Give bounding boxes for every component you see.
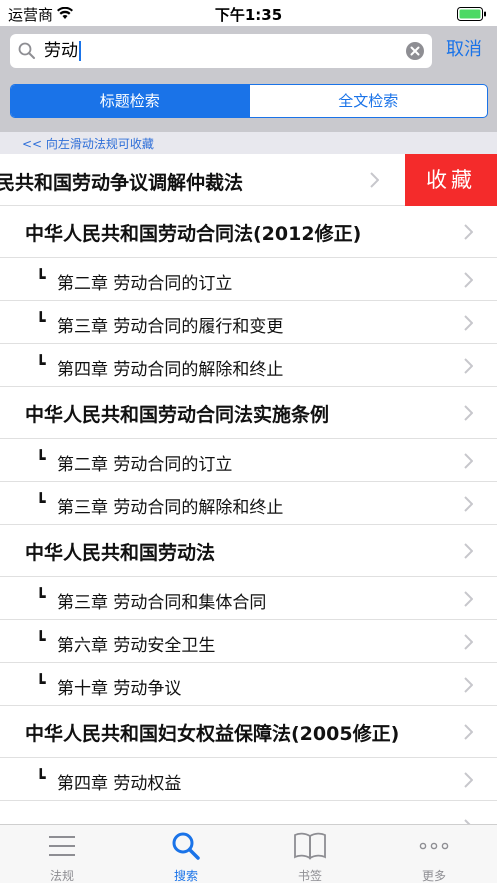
segment-title-search[interactable]: 标题检索 <box>11 85 249 117</box>
cancel-button[interactable]: 取消 <box>446 35 482 61</box>
search-header: 劳动 取消 标题检索 全文检索 <box>0 26 497 132</box>
list-item-law[interactable] <box>0 801 497 824</box>
list-item-law[interactable]: 中华人民共和国劳动法 <box>0 525 497 577</box>
chapter-title: 第十章 劳动争议 <box>57 679 182 699</box>
search-mode-segmented-control: 标题检索 全文检索 <box>10 84 488 118</box>
chapter-title: 第二章 劳动合同的订立 <box>57 274 233 294</box>
list-item-chapter[interactable]: ┗ 第十章 劳动争议 <box>0 663 497 706</box>
clock: 下午1:35 <box>214 6 283 24</box>
chapter-title: 第四章 劳动合同的解除和终止 <box>57 360 284 380</box>
clear-icon[interactable] <box>406 42 424 64</box>
battery-icon <box>457 6 487 25</box>
search-icon <box>18 42 36 64</box>
list-item-chapter[interactable]: ┗ 第四章 劳动权益 <box>0 758 497 801</box>
tab-label: 书签 <box>297 869 322 883</box>
tab-more[interactable]: 更多 <box>372 825 496 883</box>
chevron-right-icon <box>464 676 474 697</box>
indent-marker-icon: ┗ <box>36 768 46 787</box>
list-item-chapter[interactable]: ┗ 第二章 劳动合同的订立 <box>0 258 497 301</box>
favorite-button[interactable]: 收藏 <box>405 154 497 206</box>
chapter-title: 第六章 劳动安全卫生 <box>57 636 216 656</box>
chapter-title: 第三章 劳动合同的解除和终止 <box>57 498 284 518</box>
list-item-chapter[interactable]: ┗ 第四章 劳动合同的解除和终止 <box>0 344 497 387</box>
list-item-title: 民共和国劳动争议调解仲裁法 <box>0 172 244 194</box>
tab-bar: 法规 搜索 书签 更多 <box>0 824 497 883</box>
chevron-right-icon <box>464 452 474 473</box>
book-icon <box>294 832 326 860</box>
indent-marker-icon: ┗ <box>36 630 46 649</box>
chevron-right-icon <box>464 495 474 516</box>
indent-marker-icon: ┗ <box>36 492 46 511</box>
list-item-chapter[interactable]: ┗ 第三章 劳动合同的履行和变更 <box>0 301 497 344</box>
list-item-chapter[interactable]: ┗ 第六章 劳动安全卫生 <box>0 620 497 663</box>
list-item-swiped[interactable]: 民共和国劳动争议调解仲裁法 收藏 <box>0 154 497 206</box>
chevron-right-icon <box>464 724 474 744</box>
swipe-hint-text: << 向左滑动法规可收藏 <box>22 137 154 151</box>
tab-search[interactable]: 搜索 <box>124 825 248 883</box>
chevron-right-icon <box>464 405 474 425</box>
segment-fulltext-search[interactable]: 全文检索 <box>248 85 488 117</box>
list-item-law[interactable]: 中华人民共和国劳动合同法(2012修正) <box>0 206 497 258</box>
law-title: 中华人民共和国劳动合同法实施条例 <box>25 404 330 426</box>
chevron-right-icon <box>464 271 474 292</box>
tab-label: 搜索 <box>173 869 198 883</box>
text-caret <box>79 41 81 61</box>
search-query: 劳动 <box>44 41 78 61</box>
tab-label: 更多 <box>421 869 446 883</box>
law-title: 中华人民共和国妇女权益保障法(2005修正) <box>25 723 400 745</box>
list-item-law[interactable]: 中华人民共和国劳动合同法实施条例 <box>0 387 497 439</box>
chevron-right-icon <box>464 633 474 654</box>
list-item-chapter[interactable]: ┗ 第二章 劳动合同的订立 <box>0 439 497 482</box>
indent-marker-icon: ┗ <box>36 354 46 373</box>
tab-label: 法规 <box>49 869 74 883</box>
more-icon <box>419 842 449 850</box>
indent-marker-icon: ┗ <box>36 311 46 330</box>
chevron-right-icon <box>464 314 474 335</box>
chapter-title: 第三章 劳动合同的履行和变更 <box>57 317 284 337</box>
list-icon <box>49 836 75 856</box>
chapter-title: 第四章 劳动权益 <box>57 774 182 794</box>
chapter-title: 第三章 劳动合同和集体合同 <box>57 593 267 613</box>
status-bar: 运营商 下午1:35 <box>0 0 497 26</box>
chevron-right-icon <box>370 172 380 192</box>
search-input[interactable]: 劳动 <box>10 34 432 68</box>
list-item-law[interactable]: 中华人民共和国妇女权益保障法(2005修正) <box>0 706 497 758</box>
list-item-chapter[interactable]: ┗ 第三章 劳动合同的解除和终止 <box>0 482 497 525</box>
tab-bookmarks[interactable]: 书签 <box>248 825 372 883</box>
indent-marker-icon: ┗ <box>36 587 46 606</box>
chevron-right-icon <box>464 771 474 792</box>
search-icon <box>172 832 200 860</box>
indent-marker-icon: ┗ <box>36 673 46 692</box>
swipe-hint-bar: << 向左滑动法规可收藏 <box>0 132 497 154</box>
chevron-right-icon <box>464 543 474 563</box>
law-title: 中华人民共和国劳动法 <box>25 542 216 564</box>
indent-marker-icon: ┗ <box>36 268 46 287</box>
tab-laws[interactable]: 法规 <box>0 825 124 883</box>
chapter-title: 第二章 劳动合同的订立 <box>57 455 233 475</box>
list-item-chapter[interactable]: ┗ 第三章 劳动合同和集体合同 <box>0 577 497 620</box>
chevron-right-icon <box>464 357 474 378</box>
indent-marker-icon: ┗ <box>36 449 46 468</box>
chevron-right-icon <box>464 224 474 244</box>
result-list: 民共和国劳动争议调解仲裁法 收藏 中华人民共和国劳动合同法(2012修正) ┗ 第二… <box>0 154 497 824</box>
chevron-right-icon <box>464 590 474 611</box>
law-title: 中华人民共和国劳动合同法(2012修正) <box>25 223 362 245</box>
